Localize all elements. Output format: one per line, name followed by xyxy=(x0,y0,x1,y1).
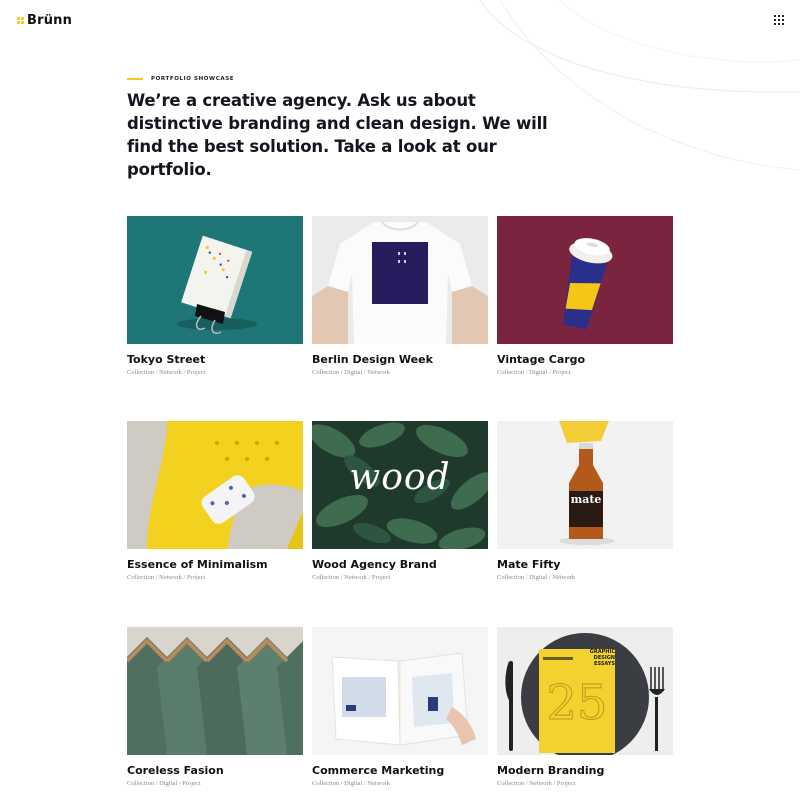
portfolio-card-title[interactable]: Coreless Fasion xyxy=(127,764,303,777)
portfolio-card[interactable]: 25 GRAPHIC DESIGN ESSAYS Modern Branding… xyxy=(497,627,673,787)
svg-text:25: 25 xyxy=(546,675,607,731)
portfolio-card-tags: Collection / Digital / Network xyxy=(312,369,390,376)
portfolio-card[interactable]: Commerce Marketing Collection / Digital … xyxy=(312,627,488,787)
brand-name: Brünn xyxy=(27,13,73,28)
portfolio-thumbnail-tshirt[interactable] xyxy=(312,216,488,344)
portfolio-card-title[interactable]: Tokyo Street xyxy=(127,353,303,366)
portfolio-card-title[interactable]: Vintage Cargo xyxy=(497,353,673,366)
portfolio-card[interactable]: Tokyo Street Collection / Network / Proj… xyxy=(127,216,303,376)
portfolio-card-title[interactable]: Commerce Marketing xyxy=(312,764,488,777)
section-eyebrow: Portfolio Showcase xyxy=(127,76,234,82)
portfolio-card[interactable]: Coreless Fasion Collection / Digital / P… xyxy=(127,627,303,787)
mate-bottle-label: mate xyxy=(570,493,602,506)
portfolio-card-tags: Collection / Network / Project xyxy=(497,780,576,787)
portfolio-card[interactable]: mate Mate Fifty Collection / Digital / N… xyxy=(497,421,673,581)
portfolio-thumbnail-magazine[interactable] xyxy=(312,627,488,755)
portfolio-card-title[interactable]: Berlin Design Week xyxy=(312,353,488,366)
portfolio-card-tags: Collection / Network / Project xyxy=(127,369,206,376)
portfolio-thumbnail-business-card[interactable] xyxy=(127,216,303,344)
eyebrow-accent-line xyxy=(127,78,143,80)
portfolio-card-tags: Collection / Network / Project xyxy=(312,574,391,581)
portfolio-thumbnail-wood-leaves[interactable]: wood xyxy=(312,421,488,549)
portfolio-card-tags: Collection / Digital / Network xyxy=(312,780,390,787)
portfolio-thumbnail-hangers[interactable] xyxy=(127,627,303,755)
portfolio-card-tags: Collection / Digital / Project xyxy=(127,780,201,787)
portfolio-thumbnail-coffee-cup[interactable] xyxy=(497,216,673,344)
portfolio-card[interactable]: wood Wood Agency Brand Collection / Netw… xyxy=(312,421,488,581)
portfolio-card[interactable]: Essence of Minimalism Collection / Netwo… xyxy=(127,421,303,581)
portfolio-card-tags: Collection / Network / Project xyxy=(127,574,206,581)
portfolio-card[interactable]: Berlin Design Week Collection / Digital … xyxy=(312,216,488,376)
portfolio-thumbnail-mate-bottle[interactable]: mate xyxy=(497,421,673,549)
portfolio-card-title[interactable]: Wood Agency Brand xyxy=(312,558,488,571)
page-headline: We’re a creative agency. Ask us about di… xyxy=(127,91,548,179)
brand-logo[interactable]: Brünn xyxy=(17,13,72,28)
portfolio-card-tags: Collection / Digital / Project xyxy=(497,369,571,376)
wood-script-logo: wood xyxy=(349,457,451,498)
logo-mark-icon xyxy=(17,17,24,24)
portfolio-thumbnail-book-on-plate[interactable]: 25 GRAPHIC DESIGN ESSAYS xyxy=(497,627,673,755)
portfolio-card-title[interactable]: Mate Fifty xyxy=(497,558,673,571)
portfolio-card-title[interactable]: Essence of Minimalism xyxy=(127,558,303,571)
portfolio-card[interactable]: Vintage Cargo Collection / Digital / Pro… xyxy=(497,216,673,376)
portfolio-thumbnail-yellow-sofa[interactable] xyxy=(127,421,303,549)
book-cover-title: GRAPHIC DESIGN ESSAYS xyxy=(589,649,615,667)
grid-menu-icon[interactable] xyxy=(774,15,784,25)
portfolio-card-title[interactable]: Modern Branding xyxy=(497,764,673,777)
eyebrow-label: Portfolio Showcase xyxy=(151,76,235,82)
portfolio-card-tags: Collection / Digital / Network xyxy=(497,574,575,581)
